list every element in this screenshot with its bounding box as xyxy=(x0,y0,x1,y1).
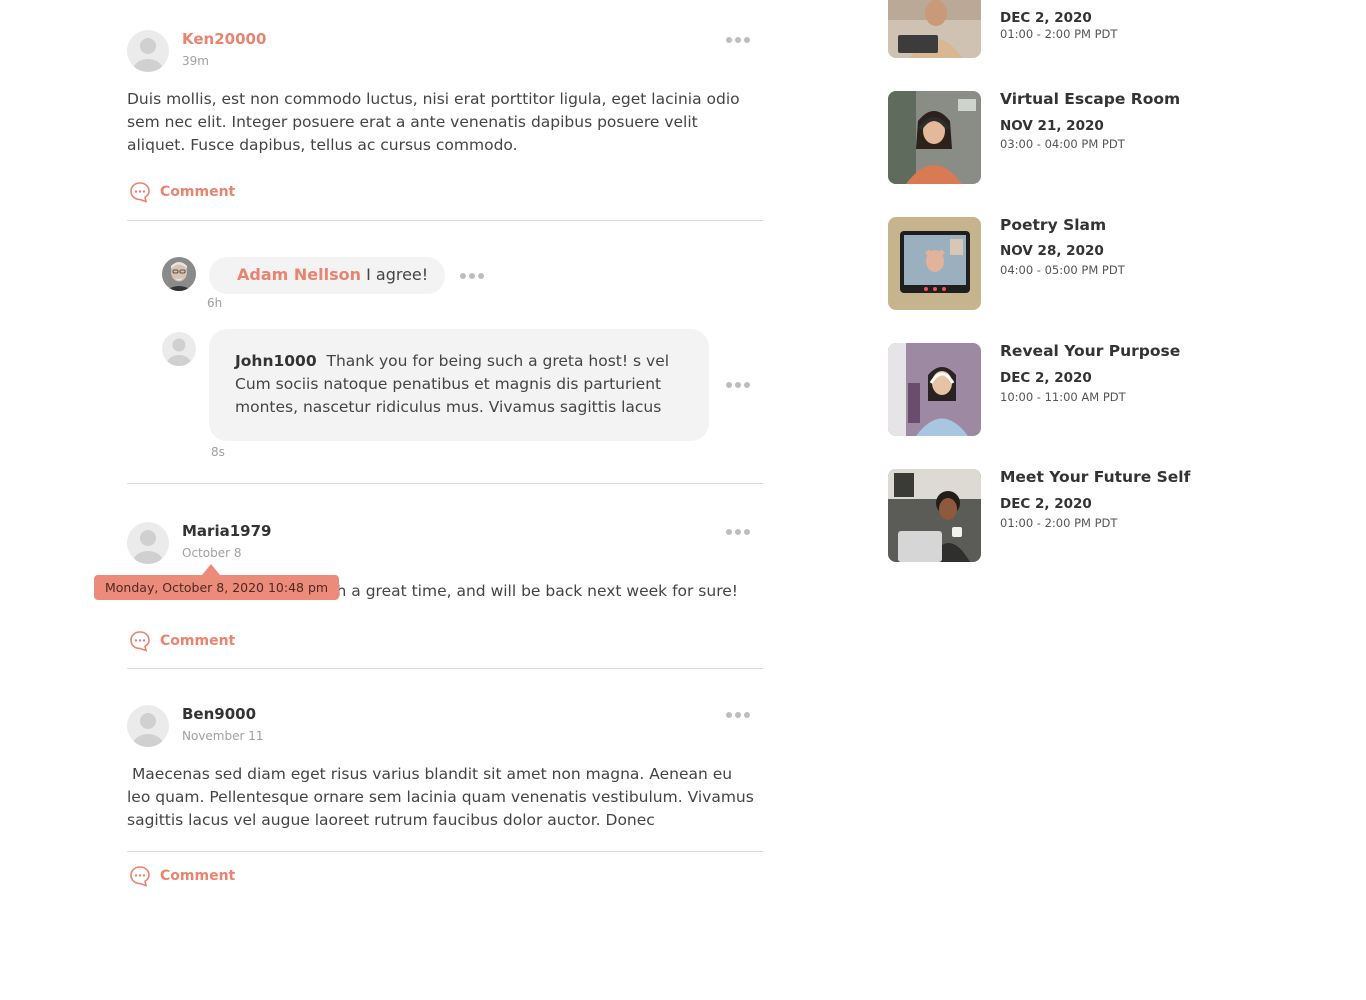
reply-text: I agree! xyxy=(366,265,429,284)
post-username[interactable]: Maria1979 xyxy=(182,522,271,540)
more-horizontal-icon xyxy=(726,712,732,718)
divider xyxy=(127,483,763,484)
more-horizontal-icon xyxy=(726,382,732,388)
reply-avatar[interactable] xyxy=(162,257,196,291)
avatar-photo-icon xyxy=(162,257,196,291)
comment-bubble-icon xyxy=(130,866,150,887)
avatar[interactable] xyxy=(127,705,169,747)
timestamp-tooltip: Monday, October 8, 2020 10:48 pm xyxy=(94,575,340,600)
post-text: ch a great time, and will be back next w… xyxy=(328,582,738,600)
event-time: 10:00 - 11:00 AM PDT xyxy=(1000,390,1126,404)
post-text: Maecenas sed diam eget risus varius blan… xyxy=(127,765,759,829)
reply-username[interactable]: Adam Nellson xyxy=(237,265,361,284)
event-date: DEC 2, 2020 xyxy=(1000,496,1092,512)
reply-username[interactable]: John1000 xyxy=(235,352,317,370)
comment-button[interactable]: Comment xyxy=(129,630,235,652)
event-title[interactable]: Reveal Your Purpose xyxy=(1000,342,1180,360)
event-photo-icon xyxy=(888,217,981,310)
comment-button[interactable]: Comment xyxy=(129,181,235,203)
avatar-placeholder-icon xyxy=(133,530,163,564)
divider xyxy=(127,220,763,221)
avatar-placeholder-icon xyxy=(133,713,163,747)
avatar-placeholder-icon xyxy=(133,38,163,72)
avatar[interactable] xyxy=(127,30,169,72)
event-date: DEC 2, 2020 xyxy=(1000,10,1092,26)
event-image[interactable] xyxy=(888,217,981,310)
event-image[interactable] xyxy=(888,343,981,436)
event-image[interactable] xyxy=(888,469,981,562)
event-photo-icon xyxy=(888,91,981,184)
reply-more-options-button[interactable] xyxy=(726,382,750,388)
post-username[interactable]: Ken20000 xyxy=(182,30,266,48)
event-title[interactable]: Virtual Escape Room xyxy=(1000,90,1180,108)
more-horizontal-icon xyxy=(460,273,466,279)
event-image[interactable] xyxy=(888,0,981,58)
event-image[interactable] xyxy=(888,91,981,184)
reply-time: 8s xyxy=(211,445,225,459)
event-time: 01:00 - 2:00 PM PDT xyxy=(1000,27,1118,41)
comment-label: Comment xyxy=(160,868,236,884)
avatar-placeholder-icon xyxy=(167,338,191,366)
event-date: NOV 28, 2020 xyxy=(1000,243,1104,259)
event-photo-icon xyxy=(888,343,981,436)
post-text: Duis mollis, est non commodo luctus, nis… xyxy=(127,90,740,154)
reply-content: John1000 Thank you for being such a gret… xyxy=(235,350,695,419)
more-horizontal-icon xyxy=(726,529,732,535)
tooltip-arrow xyxy=(202,564,220,575)
comment-label: Comment xyxy=(160,633,236,649)
avatar[interactable] xyxy=(127,522,169,564)
more-options-button[interactable] xyxy=(726,529,750,535)
divider xyxy=(127,668,763,669)
event-time: 01:00 - 2:00 PM PDT xyxy=(1000,516,1118,530)
event-photo-icon xyxy=(888,469,981,562)
more-horizontal-icon xyxy=(726,37,732,43)
more-options-button[interactable] xyxy=(726,712,750,718)
post-time: 39m xyxy=(182,54,209,68)
event-title[interactable]: Poetry Slam xyxy=(1000,216,1106,234)
post-username[interactable]: Ben9000 xyxy=(182,705,256,723)
reply-content: Adam Nellson I agree! xyxy=(237,265,428,284)
comment-label: Comment xyxy=(160,184,236,200)
comment-bubble-icon xyxy=(130,631,150,652)
reply-avatar[interactable] xyxy=(162,332,196,366)
event-time: 04:00 - 05:00 PM PDT xyxy=(1000,263,1125,277)
event-date: NOV 21, 2020 xyxy=(1000,118,1104,134)
post-time[interactable]: November 11 xyxy=(182,729,264,743)
comment-bubble-icon xyxy=(130,182,150,203)
event-photo-icon xyxy=(888,0,981,58)
more-options-button[interactable] xyxy=(726,37,750,43)
event-time: 03:00 - 04:00 PM PDT xyxy=(1000,137,1125,151)
comment-button[interactable]: Comment xyxy=(129,865,235,887)
event-title[interactable]: Meet Your Future Self xyxy=(1000,468,1190,486)
divider xyxy=(127,851,763,852)
event-date: DEC 2, 2020 xyxy=(1000,370,1092,386)
post-time[interactable]: October 8 xyxy=(182,546,241,560)
reply-more-options-button[interactable] xyxy=(460,273,484,279)
reply-time: 6h xyxy=(207,296,223,310)
